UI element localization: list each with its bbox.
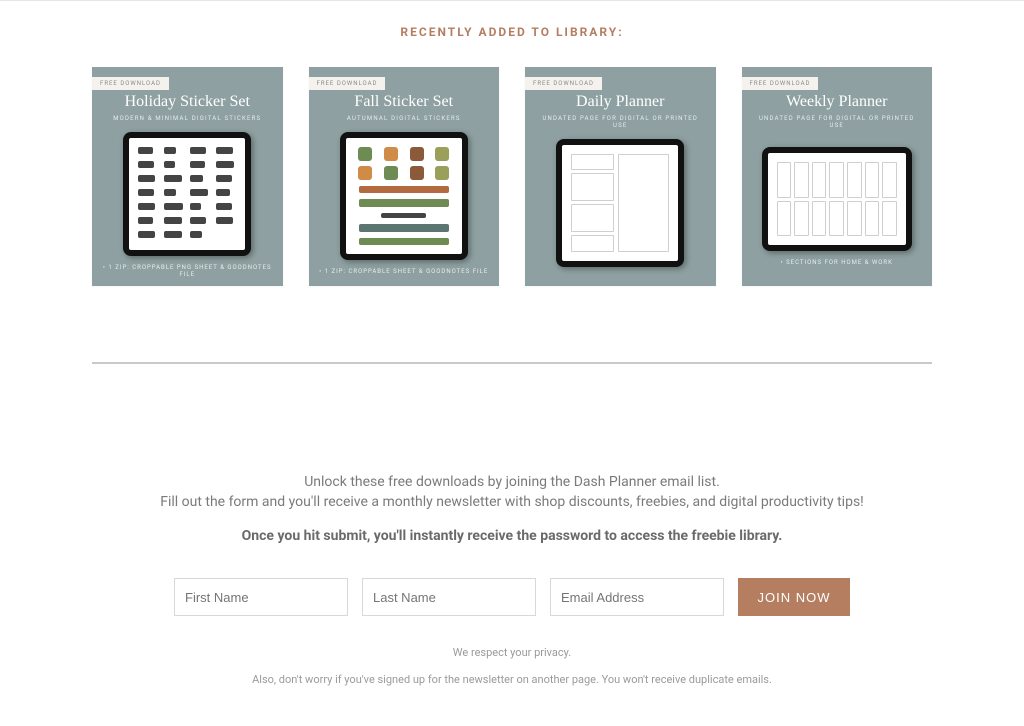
card-subtitle: UNDATED PAGE FOR DIGITAL OR PRINTED USE [752,115,923,129]
free-download-badge: FREE DOWNLOAD [742,77,819,90]
card-subtitle: UNDATED PAGE FOR DIGITAL OR PRINTED USE [535,115,706,129]
cta-text-line-2: Fill out the form and you'll receive a m… [92,494,932,510]
free-download-badge: FREE DOWNLOAD [309,77,386,90]
main-container: RECENTLY ADDED TO LIBRARY: FREE DOWNLOAD… [62,1,962,726]
washi-tape [359,224,449,231]
tablet-mockup [123,132,251,256]
tablet-screen [129,138,245,250]
card-title: Holiday Sticker Set [125,93,250,111]
acorn-icon [410,166,424,180]
tablet-screen [346,138,462,254]
cta-strong-text: Once you hit submit, you'll instantly re… [92,528,932,544]
washi-tape [359,238,449,245]
pear-icon [435,166,449,180]
cta-section: Unlock these free downloads by joining t… [92,474,932,686]
washi-tape [359,199,449,206]
first-name-input[interactable] [174,578,348,616]
card-footer: • 1 ZIP: CROPPABLE SHEET & GOODNOTES FIL… [319,268,488,275]
broom-icon [410,147,424,161]
card-title: Fall Sticker Set [354,93,453,111]
pumpkin-icon [384,147,398,161]
card-subtitle: AUTUMNAL DIGITAL STICKERS [347,115,461,122]
tablet-screen [562,145,678,261]
card-footer: • 1 ZIP: CROPPABLE PNG SHEET & GOODNOTES… [102,264,273,278]
privacy-note: We respect your privacy. [92,646,932,659]
tablet-mockup [762,147,912,251]
last-name-input[interactable] [362,578,536,616]
duplicate-note: Also, don't worry if you've signed up fo… [92,673,932,686]
tablet-screen [768,153,906,245]
ghost-icon [435,147,449,161]
section-title: RECENTLY ADDED TO LIBRARY: [92,25,932,39]
card-footer: • SECTIONS FOR HOME & WORK [781,259,893,266]
section-divider [92,362,932,364]
card-fall-sticker[interactable]: FREE DOWNLOAD Fall Sticker Set AUTUMNAL … [309,67,500,286]
free-download-badge: FREE DOWNLOAD [92,77,169,90]
vine-icon [384,166,398,180]
cards-row: FREE DOWNLOAD Holiday Sticker Set MODERN… [92,67,932,286]
washi-tape [359,186,449,193]
free-download-badge: FREE DOWNLOAD [525,77,602,90]
cta-text-line-1: Unlock these free downloads by joining t… [92,474,932,490]
tablet-mockup [556,139,684,267]
card-title: Weekly Planner [786,93,887,111]
join-now-button[interactable]: JOIN NOW [738,578,850,616]
signup-form: JOIN NOW [92,578,932,616]
email-input[interactable] [550,578,724,616]
card-daily-planner[interactable]: FREE DOWNLOAD Daily Planner UNDATED PAGE… [525,67,716,286]
leaf-icon [358,147,372,161]
tablet-mockup [340,132,468,260]
card-holiday-sticker[interactable]: FREE DOWNLOAD Holiday Sticker Set MODERN… [92,67,283,286]
script-word [381,213,426,219]
pumpkin-icon [358,166,372,180]
card-subtitle: MODERN & MINIMAL DIGITAL STICKERS [113,115,261,122]
card-weekly-planner[interactable]: FREE DOWNLOAD Weekly Planner UNDATED PAG… [742,67,933,286]
card-title: Daily Planner [576,93,664,111]
